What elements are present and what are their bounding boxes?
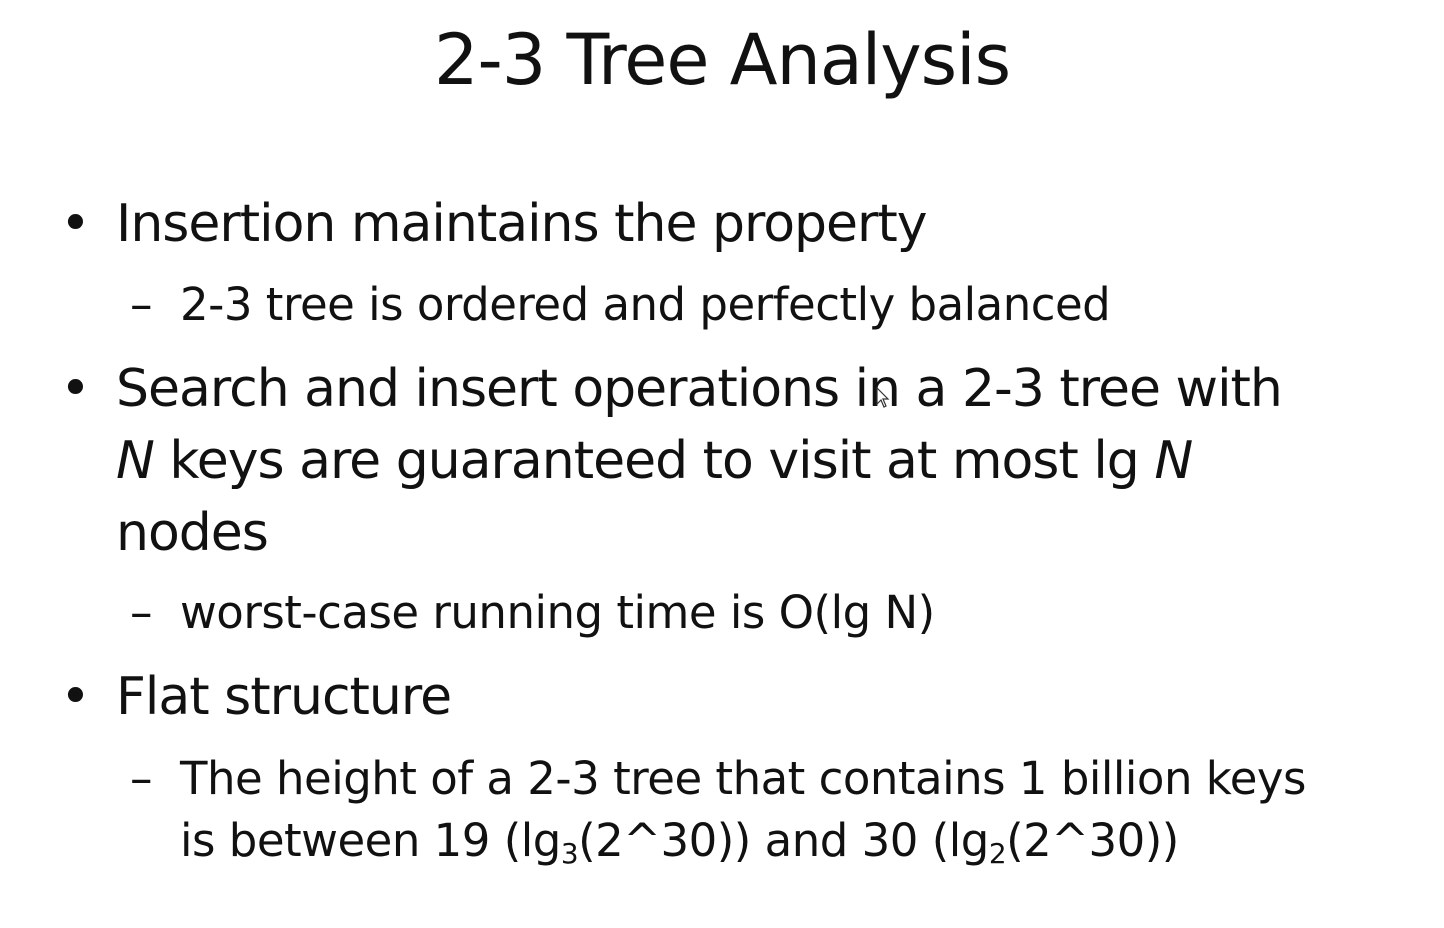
- sub-bullet-balanced: – 2-3 tree is ordered and perfectly bala…: [130, 274, 1410, 336]
- log-base-2: 2: [988, 836, 1007, 870]
- mouse-cursor-icon: [876, 387, 890, 408]
- bullet-text: Flat structure: [116, 667, 452, 727]
- bullet-dot: •: [60, 667, 91, 727]
- bullet-dot: •: [60, 194, 91, 254]
- sub-bullet-text: The height of a 2-3 tree that contains 1…: [180, 748, 1410, 872]
- bullet-text: Insertion maintains the property: [116, 194, 928, 254]
- bullet-text-line3: nodes: [116, 503, 269, 563]
- bullet-insertion: • Insertion maintains the property: [60, 188, 1390, 260]
- sub-bullet-dash: –: [130, 586, 153, 639]
- sub-bullet-line2-b: (2^30)) and 30 (lg: [578, 814, 989, 867]
- bullet-dot: •: [60, 359, 91, 419]
- variable-n: N: [1154, 431, 1193, 491]
- bullet-text: Search and insert operations in a 2-3 tr…: [116, 353, 1390, 569]
- log-base-3: 3: [560, 836, 579, 870]
- bullet-search-insert: • Search and insert operations in a 2-3 …: [60, 353, 1390, 569]
- sub-bullet-line2-a: is between 19 (lg: [180, 814, 561, 867]
- slide: 2-3 Tree Analysis • Insertion maintains …: [0, 0, 1444, 928]
- sub-bullet-dash: –: [130, 278, 153, 331]
- slide-title: 2-3 Tree Analysis: [433, 19, 1011, 101]
- sub-bullet-worst-case: – worst-case running time is O(lg N): [130, 582, 1410, 644]
- sub-bullet-line2-c: (2^30)): [1006, 814, 1179, 867]
- bullet-text-line2: keys are guaranteed to visit at most lg: [153, 431, 1155, 491]
- sub-bullet-line1: The height of a 2-3 tree that contains 1…: [180, 752, 1307, 805]
- sub-bullet-text: 2-3 tree is ordered and perfectly balanc…: [180, 278, 1111, 331]
- variable-n: N: [116, 431, 155, 491]
- sub-bullet-height: – The height of a 2-3 tree that contains…: [130, 748, 1410, 872]
- sub-bullet-text: worst-case running time is O(lg N): [180, 586, 935, 639]
- sub-bullet-dash: –: [130, 752, 153, 805]
- bullet-text-line1: Search and insert operations in a 2-3 tr…: [116, 359, 1283, 419]
- bullet-flat-structure: • Flat structure: [60, 661, 1390, 733]
